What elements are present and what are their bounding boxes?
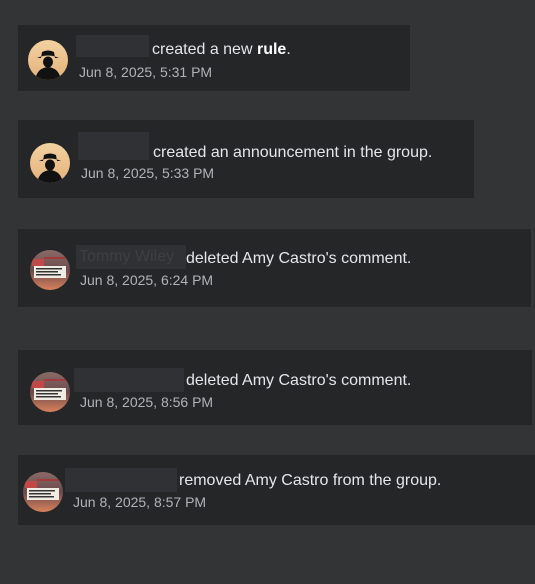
actor-name[interactable]	[65, 468, 177, 492]
actor-name[interactable]	[76, 35, 149, 57]
action-suffix: .	[286, 41, 291, 58]
activity-entry: deleted Amy Castro's comment. Jun 8, 202…	[18, 350, 532, 425]
flag-sign-avatar[interactable]	[30, 372, 70, 412]
timestamp[interactable]: Jun 8, 2025, 8:56 PM	[80, 393, 213, 411]
action-text: created a new	[152, 41, 253, 58]
flag-sign-avatar[interactable]	[30, 250, 70, 290]
action-description: removed Amy Castro from the group.	[179, 472, 442, 489]
activity-entry: Tommy Wiley deleted Amy Castro's comment…	[18, 229, 531, 307]
activity-entry: created a new rule. Jun 8, 2025, 5:31 PM	[18, 25, 410, 91]
actor-name[interactable]	[78, 132, 149, 160]
action-description: deleted Amy Castro's comment.	[186, 372, 412, 389]
action-description: created a new rule.	[152, 40, 291, 60]
cowboy-silhouette-avatar[interactable]	[30, 143, 70, 183]
actor-name[interactable]: Tommy Wiley	[76, 245, 186, 269]
timestamp[interactable]: Jun 8, 2025, 6:24 PM	[80, 271, 213, 289]
action-description: created an announcement in the group.	[153, 144, 433, 161]
activity-entry: created an announcement in the group. Ju…	[18, 120, 474, 198]
timestamp[interactable]: Jun 8, 2025, 5:33 PM	[81, 164, 214, 182]
cowboy-silhouette-avatar[interactable]	[28, 40, 68, 80]
activity-entry: removed Amy Castro from the group. Jun 8…	[18, 455, 535, 525]
timestamp[interactable]: Jun 8, 2025, 5:31 PM	[79, 63, 212, 81]
action-description: deleted Amy Castro's comment.	[186, 250, 412, 267]
rule-link[interactable]: rule	[257, 41, 286, 58]
timestamp[interactable]: Jun 8, 2025, 8:57 PM	[73, 493, 206, 511]
actor-name[interactable]	[74, 368, 184, 392]
flag-sign-avatar[interactable]	[23, 472, 63, 512]
